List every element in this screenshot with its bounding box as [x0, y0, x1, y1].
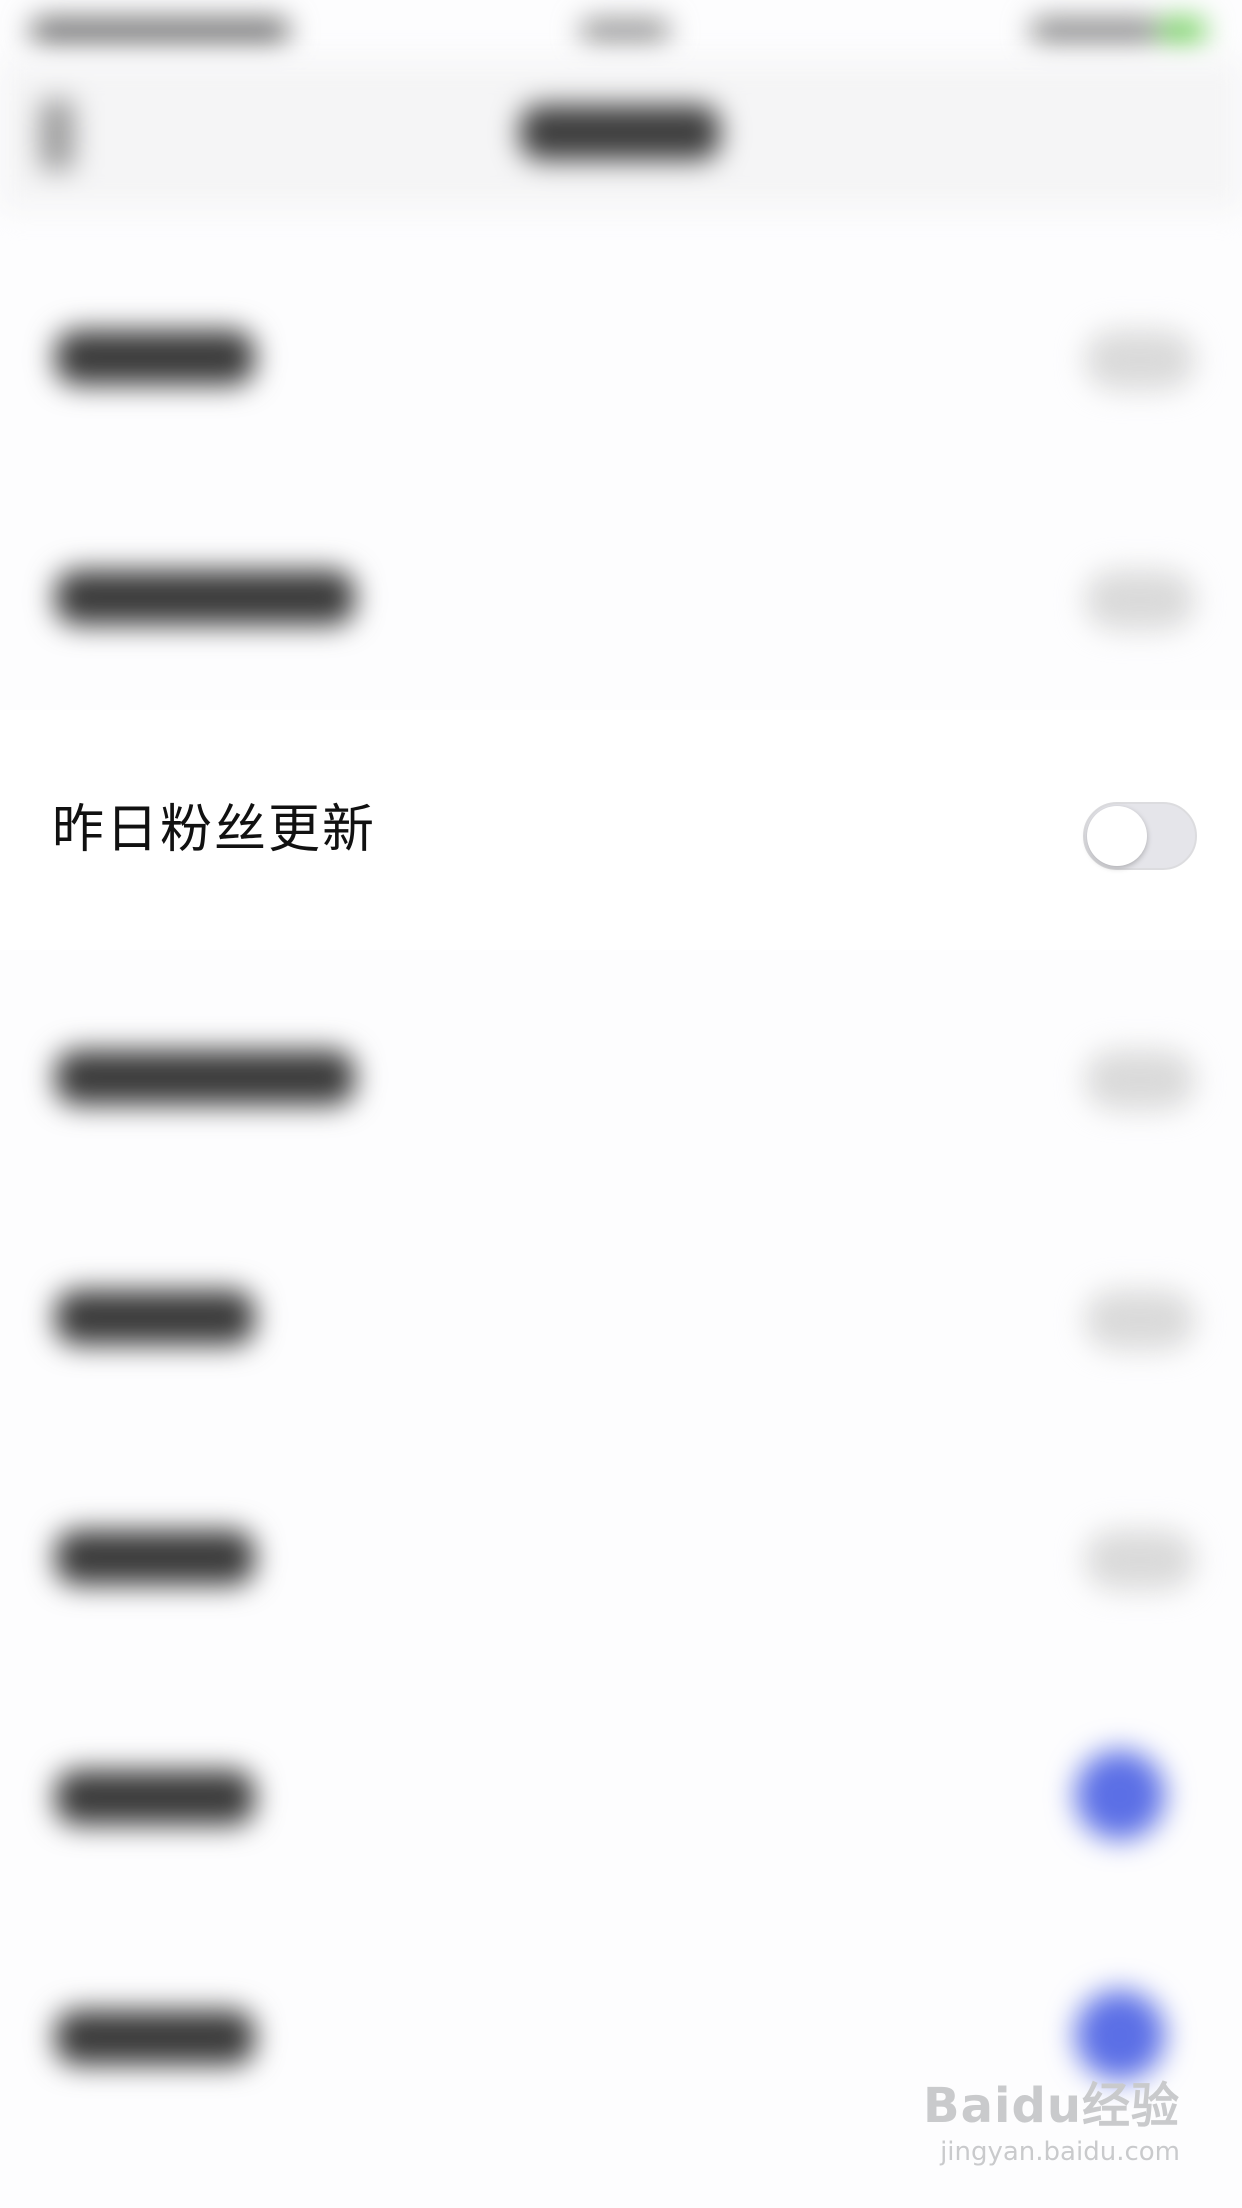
row-label-blurred: [55, 1530, 255, 1585]
row-label-blurred: [55, 1770, 255, 1825]
status-time-blurred: [580, 20, 670, 42]
settings-row-blurred-4[interactable]: [0, 1190, 1242, 1430]
status-carrier-blurred: [30, 18, 290, 44]
row-toggle-blurred: [1085, 1050, 1195, 1110]
row-label-blurred: [55, 1050, 355, 1105]
row-label-blurred: [55, 570, 355, 625]
settings-row-blurred-2[interactable]: [0, 470, 1242, 710]
row-label-blurred: [55, 330, 255, 385]
baidu-watermark: Baidu经验 jingyan.baidu.com: [923, 2076, 1180, 2168]
setting-label: 昨日粉丝更新: [52, 800, 377, 860]
watermark-logo: Baidu经验: [923, 2078, 1180, 2134]
status-bar: [0, 0, 1242, 60]
settings-row-blurred-3[interactable]: [0, 950, 1242, 1190]
row-toggle-on-blurred: [1075, 1750, 1165, 1840]
status-indicators-blurred: [1030, 18, 1160, 44]
nav-title-blurred: [520, 105, 720, 160]
row-toggle-blurred: [1085, 570, 1195, 630]
yesterday-fans-toggle[interactable]: [1083, 802, 1197, 870]
row-toggle-blurred: [1085, 1290, 1195, 1350]
watermark-url: jingyan.baidu.com: [940, 2137, 1180, 2167]
back-arrow-icon[interactable]: [40, 100, 74, 170]
row-label-blurred: [55, 1290, 255, 1345]
battery-icon: [1160, 18, 1205, 44]
toggle-knob: [1087, 806, 1147, 866]
row-toggle-blurred: [1085, 1530, 1195, 1590]
settings-page: 昨日粉丝更新 Baidu经验 jingyan.baidu.com: [0, 0, 1242, 2208]
navigation-bar: [0, 60, 1242, 210]
settings-row-blurred-5[interactable]: [0, 1430, 1242, 1670]
row-toggle-blurred: [1085, 330, 1195, 390]
settings-row-blurred-6[interactable]: [0, 1670, 1242, 1910]
row-toggle-on-blurred: [1075, 1990, 1165, 2080]
row-label-blurred: [55, 2010, 255, 2065]
settings-row-blurred-1[interactable]: [0, 230, 1242, 470]
